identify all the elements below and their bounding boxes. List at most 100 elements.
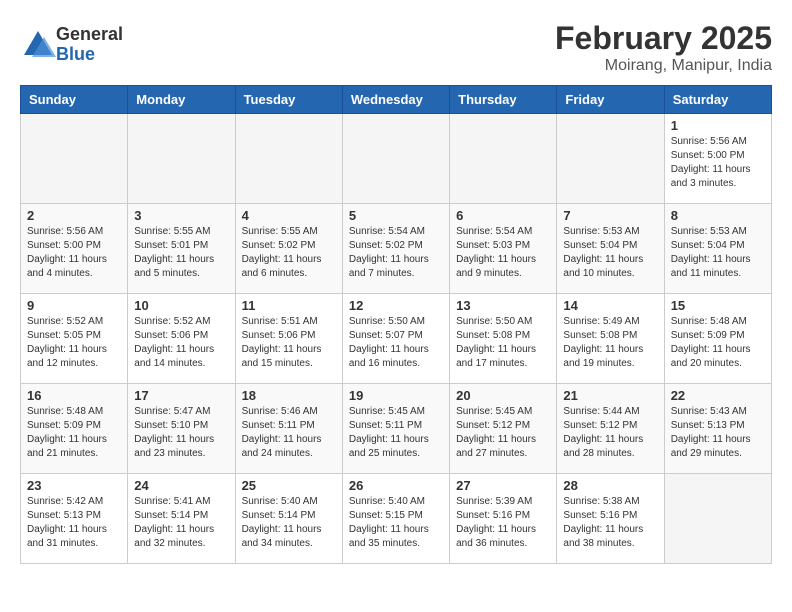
- calendar-day-cell: [557, 114, 664, 204]
- calendar-day-cell: [128, 114, 235, 204]
- calendar-week-row: 1 Sunrise: 5:56 AMSunset: 5:00 PMDaylight…: [21, 114, 772, 204]
- calendar-day-cell: 18 Sunrise: 5:46 AMSunset: 5:11 PMDayligh…: [235, 384, 342, 474]
- day-number: 17: [134, 388, 228, 403]
- calendar-day-cell: 17 Sunrise: 5:47 AMSunset: 5:10 PMDayligh…: [128, 384, 235, 474]
- calendar-day-cell: 21Sunrise: 5:44 AMSunset: 5:12 PMDayligh…: [557, 384, 664, 474]
- day-info: Sunrise: 5:39 AMSunset: 5:16 PMDaylight:…: [456, 495, 550, 551]
- calendar-day-cell: 27 Sunrise: 5:39 AMSunset: 5:16 PMDayligh…: [450, 474, 557, 564]
- calendar-day-cell: 25 Sunrise: 5:40 AMSunset: 5:14 PMDayligh…: [235, 474, 342, 564]
- day-number: 2: [27, 208, 121, 223]
- calendar-subtitle: Moirang, Manipur, India: [555, 57, 772, 75]
- day-number: 12: [349, 298, 443, 313]
- calendar-day-cell: 26 Sunrise: 5:40 AMSunset: 5:15 PMDayligh…: [342, 474, 449, 564]
- weekday-header-cell: Monday: [128, 86, 235, 114]
- day-number: 11: [242, 298, 336, 313]
- day-number: 7: [563, 208, 657, 223]
- day-number: 23: [27, 478, 121, 493]
- day-number: 18: [242, 388, 336, 403]
- logo-icon: [20, 27, 56, 63]
- day-info: Sunrise: 5:56 AMSunset: 5:00 PMDaylight:…: [671, 135, 765, 191]
- calendar-day-cell: 3 Sunrise: 5:55 AMSunset: 5:01 PMDaylight…: [128, 204, 235, 294]
- day-number: 14: [563, 298, 657, 313]
- day-number: 16: [27, 388, 121, 403]
- day-number: 8: [671, 208, 765, 223]
- logo-general-text: General: [56, 25, 123, 45]
- calendar-day-cell: 1 Sunrise: 5:56 AMSunset: 5:00 PMDaylight…: [664, 114, 771, 204]
- calendar-day-cell: [450, 114, 557, 204]
- weekday-header-cell: Saturday: [664, 86, 771, 114]
- calendar-day-cell: 13 Sunrise: 5:50 AMSunset: 5:08 PMDayligh…: [450, 294, 557, 384]
- day-info: Sunrise: 5:54 AMSunset: 5:02 PMDaylight:…: [349, 225, 443, 281]
- weekday-header-cell: Friday: [557, 86, 664, 114]
- day-number: 24: [134, 478, 228, 493]
- calendar-day-cell: 15 Sunrise: 5:48 AMSunset: 5:09 PMDayligh…: [664, 294, 771, 384]
- day-info: Sunrise: 5:55 AMSunset: 5:01 PMDaylight:…: [134, 225, 228, 281]
- calendar-day-cell: 6 Sunrise: 5:54 AMSunset: 5:03 PMDaylight…: [450, 204, 557, 294]
- calendar-body: 1 Sunrise: 5:56 AMSunset: 5:00 PMDaylight…: [21, 114, 772, 564]
- calendar-day-cell: 11 Sunrise: 5:51 AMSunset: 5:06 PMDayligh…: [235, 294, 342, 384]
- day-info: Sunrise: 5:48 AMSunset: 5:09 PMDaylight:…: [671, 315, 765, 371]
- day-number: 27: [456, 478, 550, 493]
- weekday-header-row: SundayMondayTuesdayWednesdayThursdayFrid…: [21, 86, 772, 114]
- day-info: Sunrise: 5:44 AMSunset: 5:12 PMDaylight:…: [563, 405, 657, 461]
- calendar-day-cell: 23 Sunrise: 5:42 AMSunset: 5:13 PMDayligh…: [21, 474, 128, 564]
- day-info: Sunrise: 5:45 AMSunset: 5:11 PMDaylight:…: [349, 405, 443, 461]
- calendar-day-cell: 22 Sunrise: 5:43 AMSunset: 5:13 PMDayligh…: [664, 384, 771, 474]
- day-info: Sunrise: 5:47 AMSunset: 5:10 PMDaylight:…: [134, 405, 228, 461]
- calendar-day-cell: 9 Sunrise: 5:52 AMSunset: 5:05 PMDaylight…: [21, 294, 128, 384]
- day-number: 25: [242, 478, 336, 493]
- calendar-day-cell: [342, 114, 449, 204]
- day-info: Sunrise: 5:46 AMSunset: 5:11 PMDaylight:…: [242, 405, 336, 461]
- header: General Blue February 2025 Moirang, Mani…: [20, 20, 772, 75]
- day-info: Sunrise: 5:54 AMSunset: 5:03 PMDaylight:…: [456, 225, 550, 281]
- calendar-day-cell: 10Sunrise: 5:52 AMSunset: 5:06 PMDayligh…: [128, 294, 235, 384]
- day-info: Sunrise: 5:40 AMSunset: 5:14 PMDaylight:…: [242, 495, 336, 551]
- day-number: 1: [671, 118, 765, 133]
- logo-blue-text: Blue: [56, 45, 123, 65]
- weekday-header-cell: Tuesday: [235, 86, 342, 114]
- day-number: 9: [27, 298, 121, 313]
- calendar-day-cell: 7 Sunrise: 5:53 AMSunset: 5:04 PMDaylight…: [557, 204, 664, 294]
- calendar-week-row: 2 Sunrise: 5:56 AMSunset: 5:00 PMDaylight…: [21, 204, 772, 294]
- day-info: Sunrise: 5:56 AMSunset: 5:00 PMDaylight:…: [27, 225, 121, 281]
- day-info: Sunrise: 5:41 AMSunset: 5:14 PMDaylight:…: [134, 495, 228, 551]
- day-number: 5: [349, 208, 443, 223]
- day-info: Sunrise: 5:50 AMSunset: 5:07 PMDaylight:…: [349, 315, 443, 371]
- calendar-table: SundayMondayTuesdayWednesdayThursdayFrid…: [20, 85, 772, 564]
- calendar-day-cell: [235, 114, 342, 204]
- day-info: Sunrise: 5:52 AMSunset: 5:05 PMDaylight:…: [27, 315, 121, 371]
- calendar-day-cell: 16 Sunrise: 5:48 AMSunset: 5:09 PMDayligh…: [21, 384, 128, 474]
- title-area: February 2025 Moirang, Manipur, India: [555, 20, 772, 75]
- day-info: Sunrise: 5:55 AMSunset: 5:02 PMDaylight:…: [242, 225, 336, 281]
- calendar-day-cell: 5 Sunrise: 5:54 AMSunset: 5:02 PMDaylight…: [342, 204, 449, 294]
- day-info: Sunrise: 5:42 AMSunset: 5:13 PMDaylight:…: [27, 495, 121, 551]
- day-number: 4: [242, 208, 336, 223]
- day-number: 13: [456, 298, 550, 313]
- calendar-day-cell: 8Sunrise: 5:53 AMSunset: 5:04 PMDaylight…: [664, 204, 771, 294]
- day-info: Sunrise: 5:50 AMSunset: 5:08 PMDaylight:…: [456, 315, 550, 371]
- weekday-header-cell: Sunday: [21, 86, 128, 114]
- calendar-day-cell: 2 Sunrise: 5:56 AMSunset: 5:00 PMDaylight…: [21, 204, 128, 294]
- day-number: 15: [671, 298, 765, 313]
- calendar-day-cell: [664, 474, 771, 564]
- calendar-title: February 2025: [555, 20, 772, 57]
- day-info: Sunrise: 5:53 AMSunset: 5:04 PMDaylight:…: [563, 225, 657, 281]
- day-number: 22: [671, 388, 765, 403]
- day-info: Sunrise: 5:51 AMSunset: 5:06 PMDaylight:…: [242, 315, 336, 371]
- day-number: 26: [349, 478, 443, 493]
- calendar-day-cell: 20Sunrise: 5:45 AMSunset: 5:12 PMDayligh…: [450, 384, 557, 474]
- day-number: 19: [349, 388, 443, 403]
- day-info: Sunrise: 5:48 AMSunset: 5:09 PMDaylight:…: [27, 405, 121, 461]
- day-number: 10: [134, 298, 228, 313]
- calendar-day-cell: [21, 114, 128, 204]
- day-info: Sunrise: 5:40 AMSunset: 5:15 PMDaylight:…: [349, 495, 443, 551]
- day-info: Sunrise: 5:43 AMSunset: 5:13 PMDaylight:…: [671, 405, 765, 461]
- day-number: 3: [134, 208, 228, 223]
- day-number: 20: [456, 388, 550, 403]
- weekday-header-cell: Wednesday: [342, 86, 449, 114]
- calendar-day-cell: 14Sunrise: 5:49 AMSunset: 5:08 PMDayligh…: [557, 294, 664, 384]
- day-number: 6: [456, 208, 550, 223]
- calendar-week-row: 23 Sunrise: 5:42 AMSunset: 5:13 PMDayligh…: [21, 474, 772, 564]
- calendar-day-cell: 24 Sunrise: 5:41 AMSunset: 5:14 PMDayligh…: [128, 474, 235, 564]
- calendar-day-cell: 19 Sunrise: 5:45 AMSunset: 5:11 PMDayligh…: [342, 384, 449, 474]
